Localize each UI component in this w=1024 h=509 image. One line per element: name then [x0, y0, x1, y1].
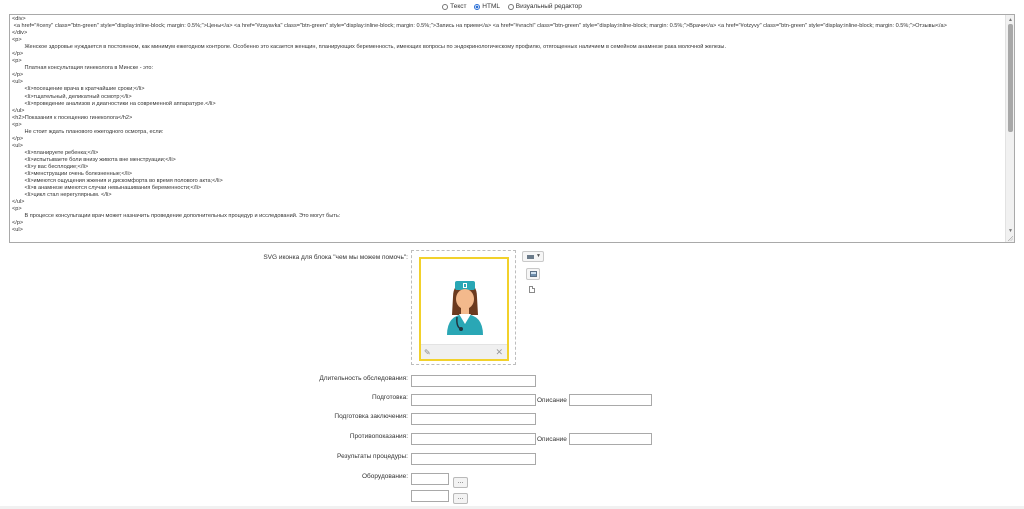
image-icon	[530, 271, 537, 277]
doctor-woman-icon	[447, 281, 483, 335]
svg-dropzone[interactable]: ✎ ✕	[411, 250, 516, 365]
equipment-browse-button[interactable]: ...	[453, 493, 468, 504]
mode-option-text[interactable]: Текст	[442, 3, 466, 10]
duration-input[interactable]	[411, 375, 536, 387]
remove-icon[interactable]: ✕	[495, 347, 503, 358]
equipment-label: Оборудование:	[361, 473, 408, 480]
preparation-label: Подготовка:	[371, 394, 408, 401]
image-upload-button[interactable]	[526, 268, 540, 280]
conclusion-label: Подготовка заключения:	[334, 413, 408, 420]
view-dropdown-button[interactable]: ▼	[522, 251, 544, 262]
results-label: Результаты процедуры:	[337, 453, 408, 460]
results-input[interactable]	[411, 453, 536, 465]
radio-checked-icon[interactable]	[474, 3, 481, 10]
contraindications-description-label: Описание	[537, 436, 567, 443]
edit-pencil-icon[interactable]: ✎	[424, 348, 431, 357]
contraindications-description-input[interactable]	[569, 433, 652, 445]
contraindications-input[interactable]	[411, 433, 536, 445]
preparation-description-label: Описание	[537, 397, 567, 404]
list-view-icon	[527, 255, 534, 259]
resize-grip-icon[interactable]	[1007, 235, 1013, 241]
svg-icon-label: SVG иконка для блока "чем мы можем помоч…	[263, 254, 408, 261]
html-source-editor[interactable]: <div> <a href="#ceny" class="btn-green" …	[9, 14, 1015, 243]
equipment-input[interactable]	[411, 490, 449, 502]
scroll-up-arrow-icon[interactable]: ▲	[1008, 17, 1013, 23]
duration-label: Длительность обследования:	[319, 375, 408, 382]
preparation-description-input[interactable]	[569, 394, 652, 406]
file-icon[interactable]	[529, 286, 535, 293]
equipment-input[interactable]	[411, 473, 449, 485]
editor-scrollbar[interactable]: ▲ ▼	[1005, 15, 1014, 242]
preview-toolbar: ✎ ✕	[421, 344, 507, 359]
editor-mode-switch: Текст HTML Визуальный редактор	[0, 3, 1024, 12]
html-source-text[interactable]: <div> <a href="#ceny" class="btn-green" …	[10, 15, 1014, 234]
conclusion-input[interactable]	[411, 413, 536, 425]
chevron-down-icon: ▼	[536, 253, 541, 259]
svg-preview: ✎ ✕	[419, 257, 509, 361]
preparation-input[interactable]	[411, 394, 536, 406]
scrollbar-thumb[interactable]	[1008, 24, 1013, 132]
contraindications-label: Противопоказания:	[349, 433, 408, 440]
radio-icon[interactable]	[507, 3, 514, 10]
scroll-down-arrow-icon[interactable]: ▼	[1008, 228, 1013, 234]
mode-option-html[interactable]: HTML	[474, 3, 500, 10]
equipment-browse-button[interactable]: ...	[453, 477, 468, 488]
radio-icon[interactable]	[442, 3, 449, 10]
mode-option-visual[interactable]: Визуальный редактор	[507, 3, 582, 10]
